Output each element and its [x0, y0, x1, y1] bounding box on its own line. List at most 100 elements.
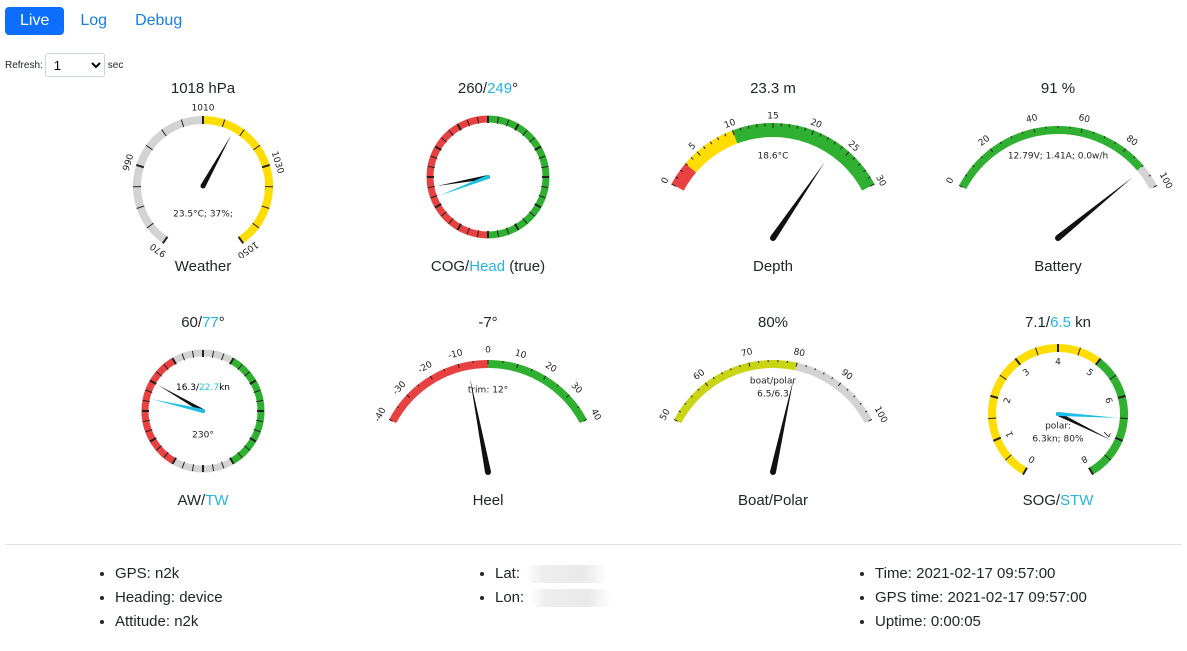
polar-tick	[814, 368, 816, 371]
polar-tick	[739, 364, 741, 368]
heel-tick-label: -10	[447, 348, 464, 362]
aw-dial: 16.3/22.7kn 230°	[141, 349, 265, 473]
polar-arc-high	[795, 362, 872, 424]
longitude: Lon:	[495, 586, 613, 610]
sog-name-sog: SOG/	[1022, 492, 1061, 509]
time: Time: 2021-02-17 09:57:00	[875, 562, 1087, 586]
depth-arc-shallow	[671, 163, 697, 191]
head-needle-hub	[486, 175, 490, 179]
depth-tick-label: 0	[660, 176, 672, 186]
gps-time: GPS time: 2021-02-17 09:57:00	[875, 586, 1087, 610]
sog-tick-label: 1	[1005, 429, 1016, 438]
source-list: GPS: n2k Heading: device Attitude: n2k	[93, 562, 223, 634]
tab-debug[interactable]: Debug	[123, 7, 194, 35]
tab-live[interactable]: Live	[5, 7, 65, 35]
lon-redacted	[530, 589, 613, 608]
aw-name: AW/TW	[83, 492, 323, 510]
weather-arc-high	[202, 116, 273, 244]
heel-tick-label: 30	[569, 381, 584, 396]
battery-tick	[1021, 131, 1024, 134]
cog-name-head: Head	[469, 258, 506, 275]
aw-speed-unit: kn	[219, 383, 230, 393]
polar-info-label: boat/polar	[750, 377, 797, 387]
aw-value-unit: °	[218, 314, 225, 331]
sog-name-stw: STW	[1060, 492, 1094, 509]
heel-tick-label: 40	[588, 408, 602, 423]
sog-tick-label: 8	[1079, 453, 1089, 465]
battery-dial: 0 20 40 60 80 100 12.79V; 1.41A; 0.0w/h	[945, 113, 1174, 241]
weather-gauge: 1018 hPa 970 990 1010 1030 1050 23.5°C; 37%; …	[83, 80, 323, 276]
battery-value: 91 %	[1040, 80, 1076, 97]
cog-dial	[426, 115, 550, 239]
battery-tick-label: 0	[945, 176, 957, 186]
polar-value: 80%	[757, 314, 789, 331]
depth-info: 18.6°C	[758, 152, 789, 162]
polar-gauge: 80% 50 60 70 80 90 100 boat/polar 6.5/6.3 Boat/…	[653, 314, 893, 510]
sog-tick-label: 6	[1102, 397, 1113, 405]
sog-tick-label: 3	[1021, 367, 1032, 378]
heel-gauge: -7° -40 -30 -20 -10 0 10 20 30 40 trim: 12° Heel	[368, 314, 608, 510]
lat-redacted	[526, 565, 609, 584]
battery-tick-label: 40	[1025, 113, 1039, 125]
sog-tick-label: 0	[1027, 453, 1037, 465]
depth-tick-label: 30	[873, 174, 887, 189]
refresh-unit: sec	[107, 59, 124, 71]
weather-tick-label: 1050	[235, 239, 260, 258]
position-list: Lat: Lon:	[473, 562, 613, 610]
depth-tick	[796, 125, 799, 129]
battery-needle-hub	[1055, 235, 1061, 241]
stw-needle-hub	[1056, 412, 1060, 416]
refresh-select[interactable]: 1	[44, 53, 105, 77]
depth-value: 23.3 m	[750, 80, 796, 97]
tab-bar: Live Log Debug	[5, 7, 194, 35]
polar-tick-label: 60	[692, 368, 707, 383]
battery-tick	[1092, 131, 1095, 134]
polar-needle-hub	[770, 469, 776, 475]
depth-needle	[770, 162, 825, 240]
depth-needle-hub	[770, 235, 776, 241]
weather-value: 1018 hPa	[170, 80, 236, 97]
heel-dial: -40-30 -20 -10 0 10 20 30 40 trim: 12°	[373, 346, 603, 475]
heel-tick-label: -20	[417, 360, 435, 376]
sog-tick	[1119, 417, 1128, 420]
aw-value-aw: 60	[181, 314, 198, 331]
depth-dial: 05101520253018.6°C	[660, 112, 888, 241]
polar-tick-label: 100	[872, 405, 889, 425]
sog-value-stw: 6.5	[1050, 314, 1071, 331]
heel-tick-label: -40	[373, 406, 389, 424]
heel-value: -7°	[478, 314, 498, 331]
aw-arc-starboard	[230, 357, 265, 465]
weather-arc-normal	[133, 116, 204, 244]
weather-name: Weather	[174, 258, 232, 275]
latitude: Lat:	[495, 562, 612, 586]
cog-value: 260/249°	[457, 80, 519, 97]
battery-tick-label: 100	[1157, 171, 1174, 191]
gps-source: GPS: n2k	[115, 562, 223, 586]
polar-tick-label: 90	[839, 368, 854, 383]
weather-tick-label: 970	[148, 240, 168, 258]
polar-tick	[805, 364, 807, 368]
weather-needle-hub	[200, 183, 206, 189]
weather-tick-label: 990	[122, 153, 137, 173]
polar-dial: 50 60 70 80 90 100 boat/polar 6.5/6.3	[659, 347, 889, 475]
heel-name: Heel	[472, 492, 504, 509]
polar-name: Boat/Polar	[737, 492, 809, 509]
sog-value: 7.1/6.5 kn	[938, 314, 1178, 332]
heel-tick-label: 0	[485, 346, 491, 356]
cog-name-true: (true)	[505, 258, 546, 275]
depth-tick	[747, 125, 750, 129]
depth-tick-label: 10	[723, 118, 738, 131]
depth-gauge: 23.3 m 0 5 10 15 20 25 30 18.6°C Depth	[653, 80, 893, 276]
attitude-source: Attitude: n2k	[115, 610, 223, 634]
battery-needle	[1056, 177, 1133, 241]
polar-info-value: 6.5/6.3	[757, 390, 789, 400]
battery-name: Battery	[1034, 258, 1082, 275]
polar-tick-label: 80	[792, 347, 806, 359]
weather-dial: 97099010101030105023.5°C; 37%;	[122, 104, 285, 259]
battery-tick-label: 20	[977, 134, 992, 149]
sog-tick-label: 7	[1100, 429, 1111, 438]
aw-value: 60/77°	[181, 314, 225, 331]
tab-log[interactable]: Log	[68, 7, 119, 35]
head-needle	[439, 175, 489, 196]
battery-tick-label: 60	[1077, 113, 1091, 125]
